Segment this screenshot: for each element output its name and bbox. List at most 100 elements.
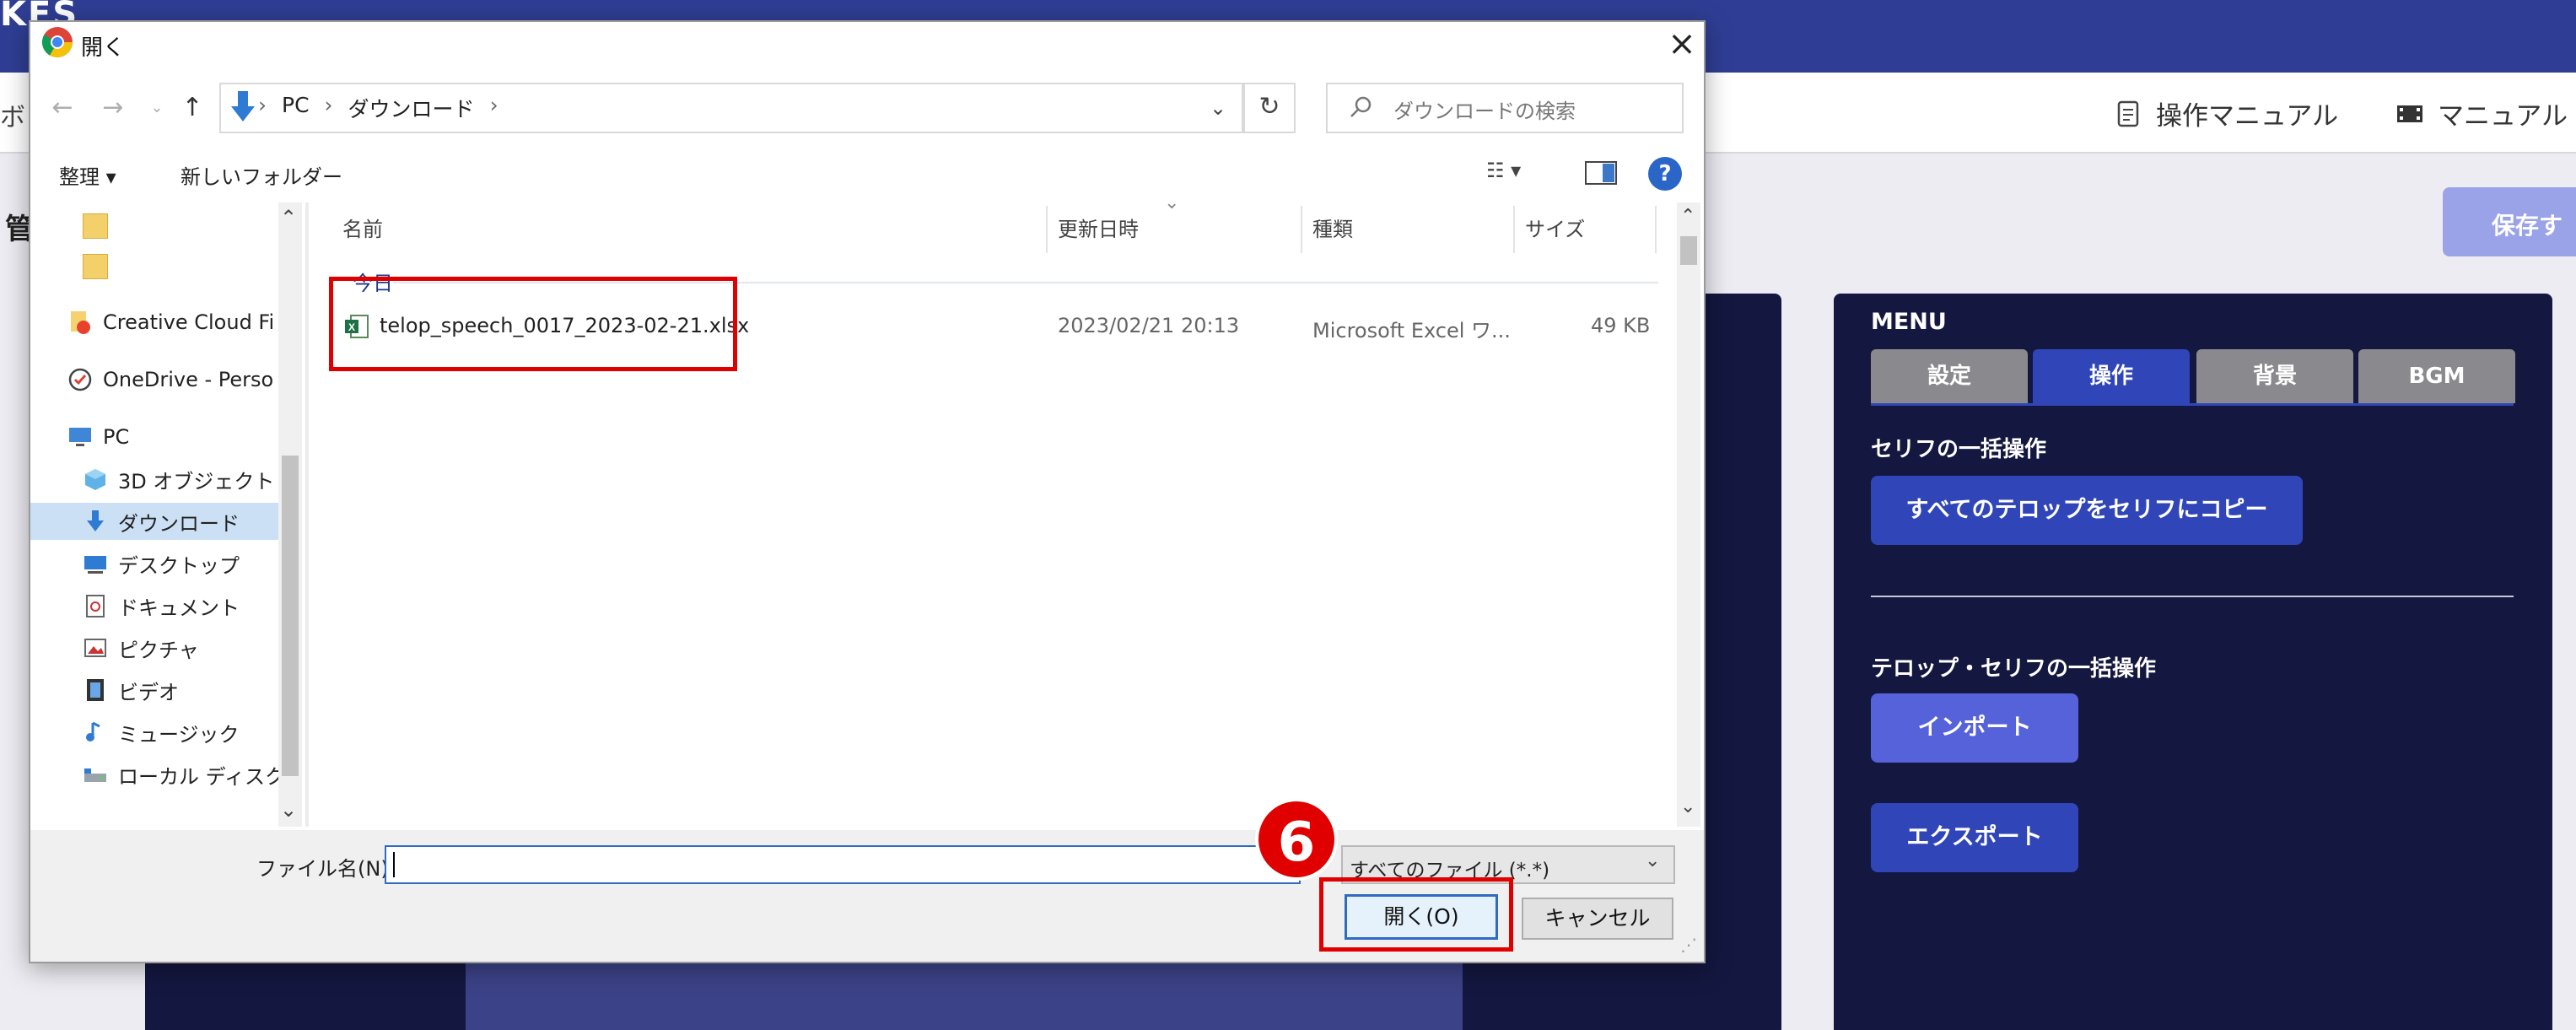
download-folder-icon <box>231 91 255 121</box>
nav-item-pc[interactable]: PC <box>67 418 273 456</box>
copy-all-telops-button[interactable]: すべてのテロップをセリフにコピー <box>1871 476 2303 545</box>
nav-item-3d-objects[interactable]: 3D オブジェクト <box>83 461 288 498</box>
nav-item-pictures[interactable]: ピクチャ <box>83 629 288 666</box>
nav-item-music[interactable]: ミュージック <box>83 714 288 751</box>
column-separator[interactable] <box>1513 206 1515 253</box>
recent-locations-chevron-icon[interactable]: ⌄ <box>138 89 175 127</box>
pictures-icon <box>84 639 106 657</box>
open-button-highlight-box <box>1319 877 1513 952</box>
chrome-icon <box>41 27 73 58</box>
video-manual-link[interactable]: マニュアル <box>2395 94 2568 132</box>
nav-item-videos[interactable]: ビデオ <box>83 671 288 709</box>
telop-bulk-section-label: テロップ・セリフの一括操作 <box>1871 656 2157 682</box>
document-icon <box>2117 100 2139 127</box>
search-placeholder: ダウンロードの検索 <box>1393 100 1576 123</box>
up-arrow-icon[interactable]: ↑ <box>174 89 211 127</box>
manual-link[interactable]: 操作マニュアル <box>2114 94 2338 132</box>
creative-cloud-icon <box>71 311 90 334</box>
nav-item-local-disk[interactable]: ローカル ディスク (C:) <box>83 756 288 793</box>
nav-item-onedrive[interactable]: OneDrive - Personal <box>67 361 273 398</box>
disk-icon <box>84 768 106 782</box>
video-icon <box>2397 105 2422 122</box>
nav-scroll-thumb[interactable] <box>282 456 299 776</box>
preview-pane-icon[interactable] <box>1584 160 1618 186</box>
speech-bulk-section-label: セリフの一括操作 <box>1871 437 2047 462</box>
view-options-icon[interactable]: ☷ ▾ <box>1486 159 1521 182</box>
column-header-size[interactable]: サイズ <box>1525 213 1585 242</box>
import-button[interactable]: インポート <box>1871 693 2078 763</box>
pc-icon <box>69 428 91 446</box>
nav-item-downloads[interactable]: ダウンロード <box>30 503 278 540</box>
text-caret <box>393 852 395 877</box>
onedrive-icon <box>68 368 92 391</box>
column-separator[interactable] <box>1046 206 1048 253</box>
menu-title: MENU <box>1871 309 1947 335</box>
chevron-down-icon[interactable]: ⌄ <box>1645 850 1660 871</box>
column-header-type[interactable]: 種類 <box>1312 213 1353 242</box>
breadcrumb-separator-icon: › <box>258 93 267 117</box>
breadcrumb-item-downloads[interactable]: ダウンロード <box>348 93 475 123</box>
documents-icon <box>86 595 105 617</box>
nav-item-folder-1[interactable] <box>83 208 288 245</box>
file-modified: 2023/02/21 20:13 <box>1058 314 1240 337</box>
tab-bgm[interactable]: BGM <box>2358 349 2515 403</box>
breadcrumb-separator-icon: › <box>489 93 498 117</box>
preview-video-area <box>466 962 1463 1030</box>
videos-icon <box>87 679 104 701</box>
chevron-down-icon[interactable]: ⌄ <box>1680 796 1695 817</box>
sort-chevron-icon: ⌄ <box>1164 192 1180 213</box>
3d-objects-icon <box>85 469 105 490</box>
back-arrow-icon[interactable]: ← <box>44 89 81 127</box>
breadcrumb-item-pc[interactable]: PC <box>282 93 310 123</box>
chevron-up-icon[interactable]: ⌃ <box>280 206 297 229</box>
export-button[interactable]: エクスポート <box>1871 803 2078 872</box>
nav-item-documents[interactable]: ドキュメント <box>83 587 288 624</box>
step-number-badge: 6 <box>1255 798 1338 881</box>
app-header-left-text: ボ <box>0 103 25 132</box>
nav-item-desktop[interactable]: デスクトップ <box>83 545 288 582</box>
tab-underline <box>1871 403 2514 406</box>
nav-item-folder-2[interactable] <box>83 248 288 285</box>
save-button[interactable]: 保存す <box>2443 187 2576 256</box>
forward-arrow-icon[interactable]: → <box>94 89 132 127</box>
file-highlight-box <box>329 277 737 371</box>
column-header-modified[interactable]: 更新日時 <box>1058 213 1139 242</box>
column-header-name[interactable]: 名前 <box>342 213 383 242</box>
dialog-title: 開く <box>81 35 126 61</box>
breadcrumb: › PC › ダウンロード › <box>258 93 498 123</box>
dialog-close-button[interactable]: × <box>1658 22 1706 69</box>
pane-splitter[interactable] <box>305 202 309 827</box>
column-separator[interactable] <box>1655 206 1657 253</box>
file-size: 49 KB <box>1591 314 1651 337</box>
download-icon <box>87 510 104 531</box>
file-list-scroll-thumb[interactable] <box>1680 236 1697 265</box>
tab-background[interactable]: 背景 <box>2196 349 2353 403</box>
filename-input[interactable] <box>385 845 1301 884</box>
chevron-down-icon[interactable]: ⌄ <box>1201 91 1235 125</box>
resize-grip-icon[interactable]: ⋰ <box>1680 935 1697 955</box>
chevron-up-icon[interactable]: ⌃ <box>1680 206 1695 227</box>
search-icon <box>1350 96 1372 117</box>
organize-button[interactable]: 整理 ▾ <box>59 160 116 190</box>
file-list-scrollbar[interactable] <box>1677 202 1700 827</box>
cancel-button[interactable]: キャンセル <box>1522 898 1673 940</box>
refresh-icon[interactable]: ↻ <box>1243 83 1296 133</box>
folder-icon <box>83 213 108 239</box>
folder-icon <box>83 254 108 279</box>
menu-divider <box>1871 596 2514 597</box>
breadcrumb-separator-icon: › <box>324 93 333 117</box>
video-manual-link-label: マニュアル <box>2438 101 2568 132</box>
file-type: Microsoft Excel ワ... <box>1312 319 1511 342</box>
manual-link-label: 操作マニュアル <box>2156 101 2339 132</box>
tab-settings[interactable]: 設定 <box>1871 349 2028 403</box>
help-icon[interactable]: ? <box>1648 157 1682 191</box>
nav-item-creative-cloud[interactable]: Creative Cloud Files <box>67 304 273 341</box>
desktop-icon <box>84 556 106 574</box>
filename-label: ファイル名(N): <box>256 857 396 881</box>
tab-operation[interactable]: 操作 <box>2033 349 2190 403</box>
column-separator[interactable] <box>1301 206 1302 253</box>
new-folder-button[interactable]: 新しいフォルダー <box>181 160 342 190</box>
chevron-down-icon[interactable]: ⌄ <box>280 798 297 822</box>
music-icon <box>86 721 100 741</box>
file-list-header <box>312 202 1662 283</box>
